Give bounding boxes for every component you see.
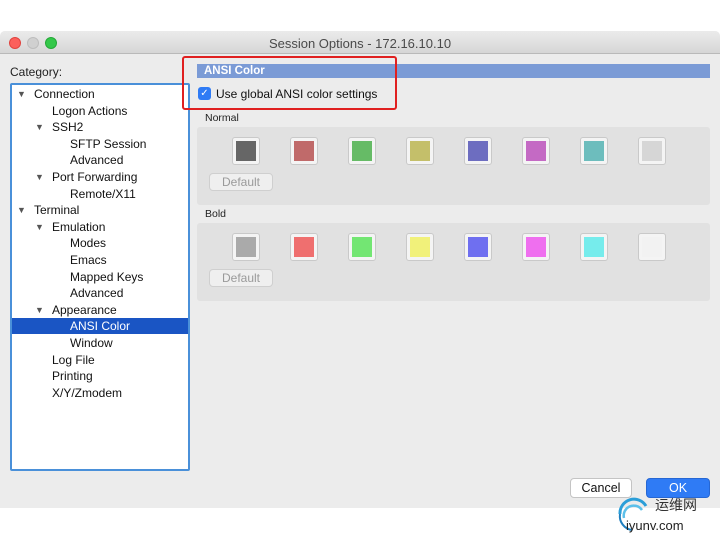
normal-color-swatch[interactable]: [348, 137, 376, 165]
normal-color-fill: [642, 141, 662, 161]
category-label: Category:: [10, 65, 63, 79]
tree-item[interactable]: ▼ Terminal: [12, 202, 188, 218]
tree-item[interactable]: ANSI Color: [12, 318, 188, 335]
tree-item[interactable]: ▼ SSH2: [12, 119, 188, 135]
tree-item[interactable]: Printing: [12, 368, 188, 384]
tree-item-label: Port Forwarding: [52, 170, 138, 184]
tree-item[interactable]: X/Y/Zmodem: [12, 385, 188, 401]
bold-color-fill: [352, 237, 372, 257]
normal-color-swatch[interactable]: [638, 137, 666, 165]
normal-color-swatch[interactable]: [406, 137, 434, 165]
tree-item-label: Terminal: [34, 203, 80, 218]
bold-color-fill: [526, 237, 546, 257]
tree-item-label: Window: [70, 336, 113, 350]
normal-color-swatch[interactable]: [522, 137, 550, 165]
bold-default-button[interactable]: Default: [209, 269, 273, 287]
tree-item-label: Emacs: [70, 253, 107, 267]
tree-item-label: Emulation: [52, 219, 106, 234]
tree-item[interactable]: Logon Actions: [12, 103, 188, 119]
tree-item[interactable]: Window: [12, 335, 188, 351]
bold-color-swatch[interactable]: [232, 233, 260, 261]
watermark: 运维网 iyunv.com: [612, 492, 717, 538]
tree-item[interactable]: Log File: [12, 352, 188, 368]
normal-group-label: Normal: [205, 112, 239, 124]
normal-color-fill: [584, 141, 604, 161]
tree-item[interactable]: Advanced: [12, 285, 188, 301]
disclosure-triangle-icon[interactable]: ▼: [35, 119, 44, 135]
bold-group-label: Bold: [205, 208, 227, 220]
normal-color-fill: [236, 141, 256, 161]
bold-color-fill: [236, 237, 256, 257]
disclosure-triangle-icon[interactable]: ▼: [17, 86, 26, 102]
normal-color-fill: [352, 141, 372, 161]
disclosure-triangle-icon[interactable]: ▼: [35, 302, 44, 318]
disclosure-triangle-icon[interactable]: ▼: [35, 219, 44, 235]
tree-item[interactable]: ▼ Appearance: [12, 302, 188, 318]
bold-color-swatch[interactable]: [464, 233, 492, 261]
normal-color-swatch[interactable]: [580, 137, 608, 165]
normal-color-fill: [410, 141, 430, 161]
tree-item[interactable]: SFTP Session: [12, 136, 188, 152]
tree-item[interactable]: ▼ Emulation: [12, 219, 188, 235]
bold-color-fill: [410, 237, 430, 257]
window-title: Session Options - 172.16.10.10: [268, 36, 452, 51]
bold-color-fill: [642, 237, 662, 257]
tree-item-label: Advanced: [70, 286, 124, 301]
tree-item-label: Modes: [70, 236, 107, 251]
disclosure-triangle-icon[interactable]: ▼: [35, 169, 44, 185]
tree-item-label: Printing: [52, 369, 93, 384]
normal-colors-group: Default: [197, 127, 710, 205]
bold-color-fill: [294, 237, 314, 257]
normal-color-fill: [526, 141, 546, 161]
tree-item[interactable]: ▼ Port Forwarding: [12, 169, 188, 185]
watermark-chinese-text: 运维网: [655, 497, 697, 513]
bold-color-fill: [468, 237, 488, 257]
title-bar: Session Options - 172.16.10.10: [0, 31, 720, 54]
tree-item-label: Logon Actions: [52, 103, 128, 118]
tree-item-label: SSH2: [52, 120, 84, 135]
tree-item-label: Appearance: [52, 302, 117, 317]
normal-color-swatch[interactable]: [290, 137, 318, 165]
category-tree[interactable]: ▼ Connection Logon Actions ▼ SSH2 SFTP Sessio…: [10, 83, 190, 471]
session-options-window: Session Options - 172.16.10.10 Category:…: [0, 31, 720, 508]
normal-color-fill: [468, 141, 488, 161]
watermark-url-text: iyunv.com: [626, 518, 684, 533]
annotation-highlight-box: [182, 56, 397, 110]
tree-item-label: Remote/X11: [70, 186, 136, 201]
tree-item[interactable]: Remote/X11: [12, 186, 188, 202]
tree-item-label: Log File: [52, 352, 95, 367]
tree-item[interactable]: Emacs: [12, 252, 188, 268]
tree-item-label: X/Y/Zmodem: [52, 385, 123, 400]
normal-color-swatch[interactable]: [464, 137, 492, 165]
normal-color-swatch[interactable]: [232, 137, 260, 165]
tree-item-label: Mapped Keys: [70, 269, 144, 284]
bold-colors-group: Default: [197, 223, 710, 301]
bold-color-swatch[interactable]: [580, 233, 608, 261]
bold-color-swatch[interactable]: [638, 233, 666, 261]
bold-color-swatch[interactable]: [348, 233, 376, 261]
tree-item[interactable]: Advanced: [12, 152, 188, 168]
bold-color-swatch[interactable]: [406, 233, 434, 261]
bold-color-fill: [584, 237, 604, 257]
tree-item[interactable]: Modes: [12, 235, 188, 251]
normal-color-fill: [294, 141, 314, 161]
tree-item-label: ANSI Color: [70, 319, 131, 334]
tree-item-label: Connection: [34, 87, 95, 101]
bold-color-swatch[interactable]: [290, 233, 318, 261]
tree-item[interactable]: ▼ Connection: [12, 86, 188, 102]
normal-default-button[interactable]: Default: [209, 173, 273, 191]
tree-item[interactable]: Mapped Keys: [12, 269, 188, 285]
tree-item-label: Advanced: [70, 153, 124, 168]
tree-item-label: SFTP Session: [70, 136, 147, 151]
disclosure-triangle-icon[interactable]: ▼: [17, 202, 26, 218]
bold-color-swatch[interactable]: [522, 233, 550, 261]
